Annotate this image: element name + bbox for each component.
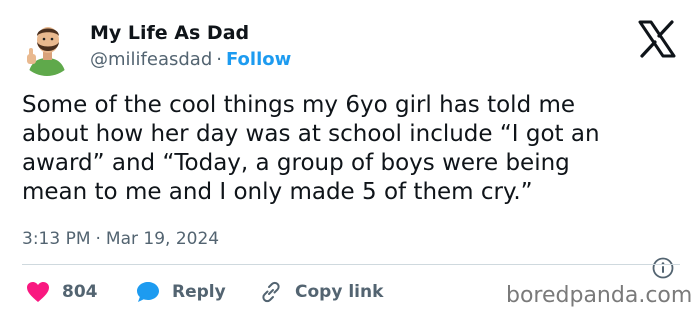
tweet-timestamp[interactable]: 3:13 PM · Mar 19, 2024 <box>22 229 219 249</box>
divider <box>22 264 680 265</box>
follow-button[interactable]: Follow <box>226 49 291 70</box>
copy-link-label: Copy link <box>295 282 384 302</box>
tweet-card: My Life As Dad @milifeasdad · Follow Some … <box>0 0 700 318</box>
like-count: 804 <box>62 282 98 302</box>
tweet-text: Some of the cool things my 6yo girl has … <box>22 92 600 205</box>
tweet-date[interactable]: Mar 19, 2024 <box>106 229 219 249</box>
watermark: boredpanda.com <box>506 283 693 308</box>
reply-label: Reply <box>172 282 226 302</box>
like-button[interactable]: 804 <box>26 280 98 304</box>
copy-link-button[interactable]: Copy link <box>259 280 383 304</box>
x-logo-icon[interactable] <box>637 20 677 58</box>
speech-bubble-icon <box>136 281 160 303</box>
tweet-time[interactable]: 3:13 PM <box>22 229 91 249</box>
author-display-name[interactable]: My Life As Dad <box>90 22 249 44</box>
avatar[interactable] <box>18 18 76 76</box>
reply-button[interactable]: Reply <box>136 280 226 304</box>
author-handle-row: @milifeasdad · Follow <box>90 49 291 70</box>
separator-dot: · <box>216 49 222 70</box>
heart-icon <box>26 281 50 303</box>
timestamp-separator: · <box>95 229 101 249</box>
info-icon[interactable] <box>652 257 674 279</box>
author-handle[interactable]: @milifeasdad <box>90 49 212 70</box>
link-icon <box>259 280 283 304</box>
